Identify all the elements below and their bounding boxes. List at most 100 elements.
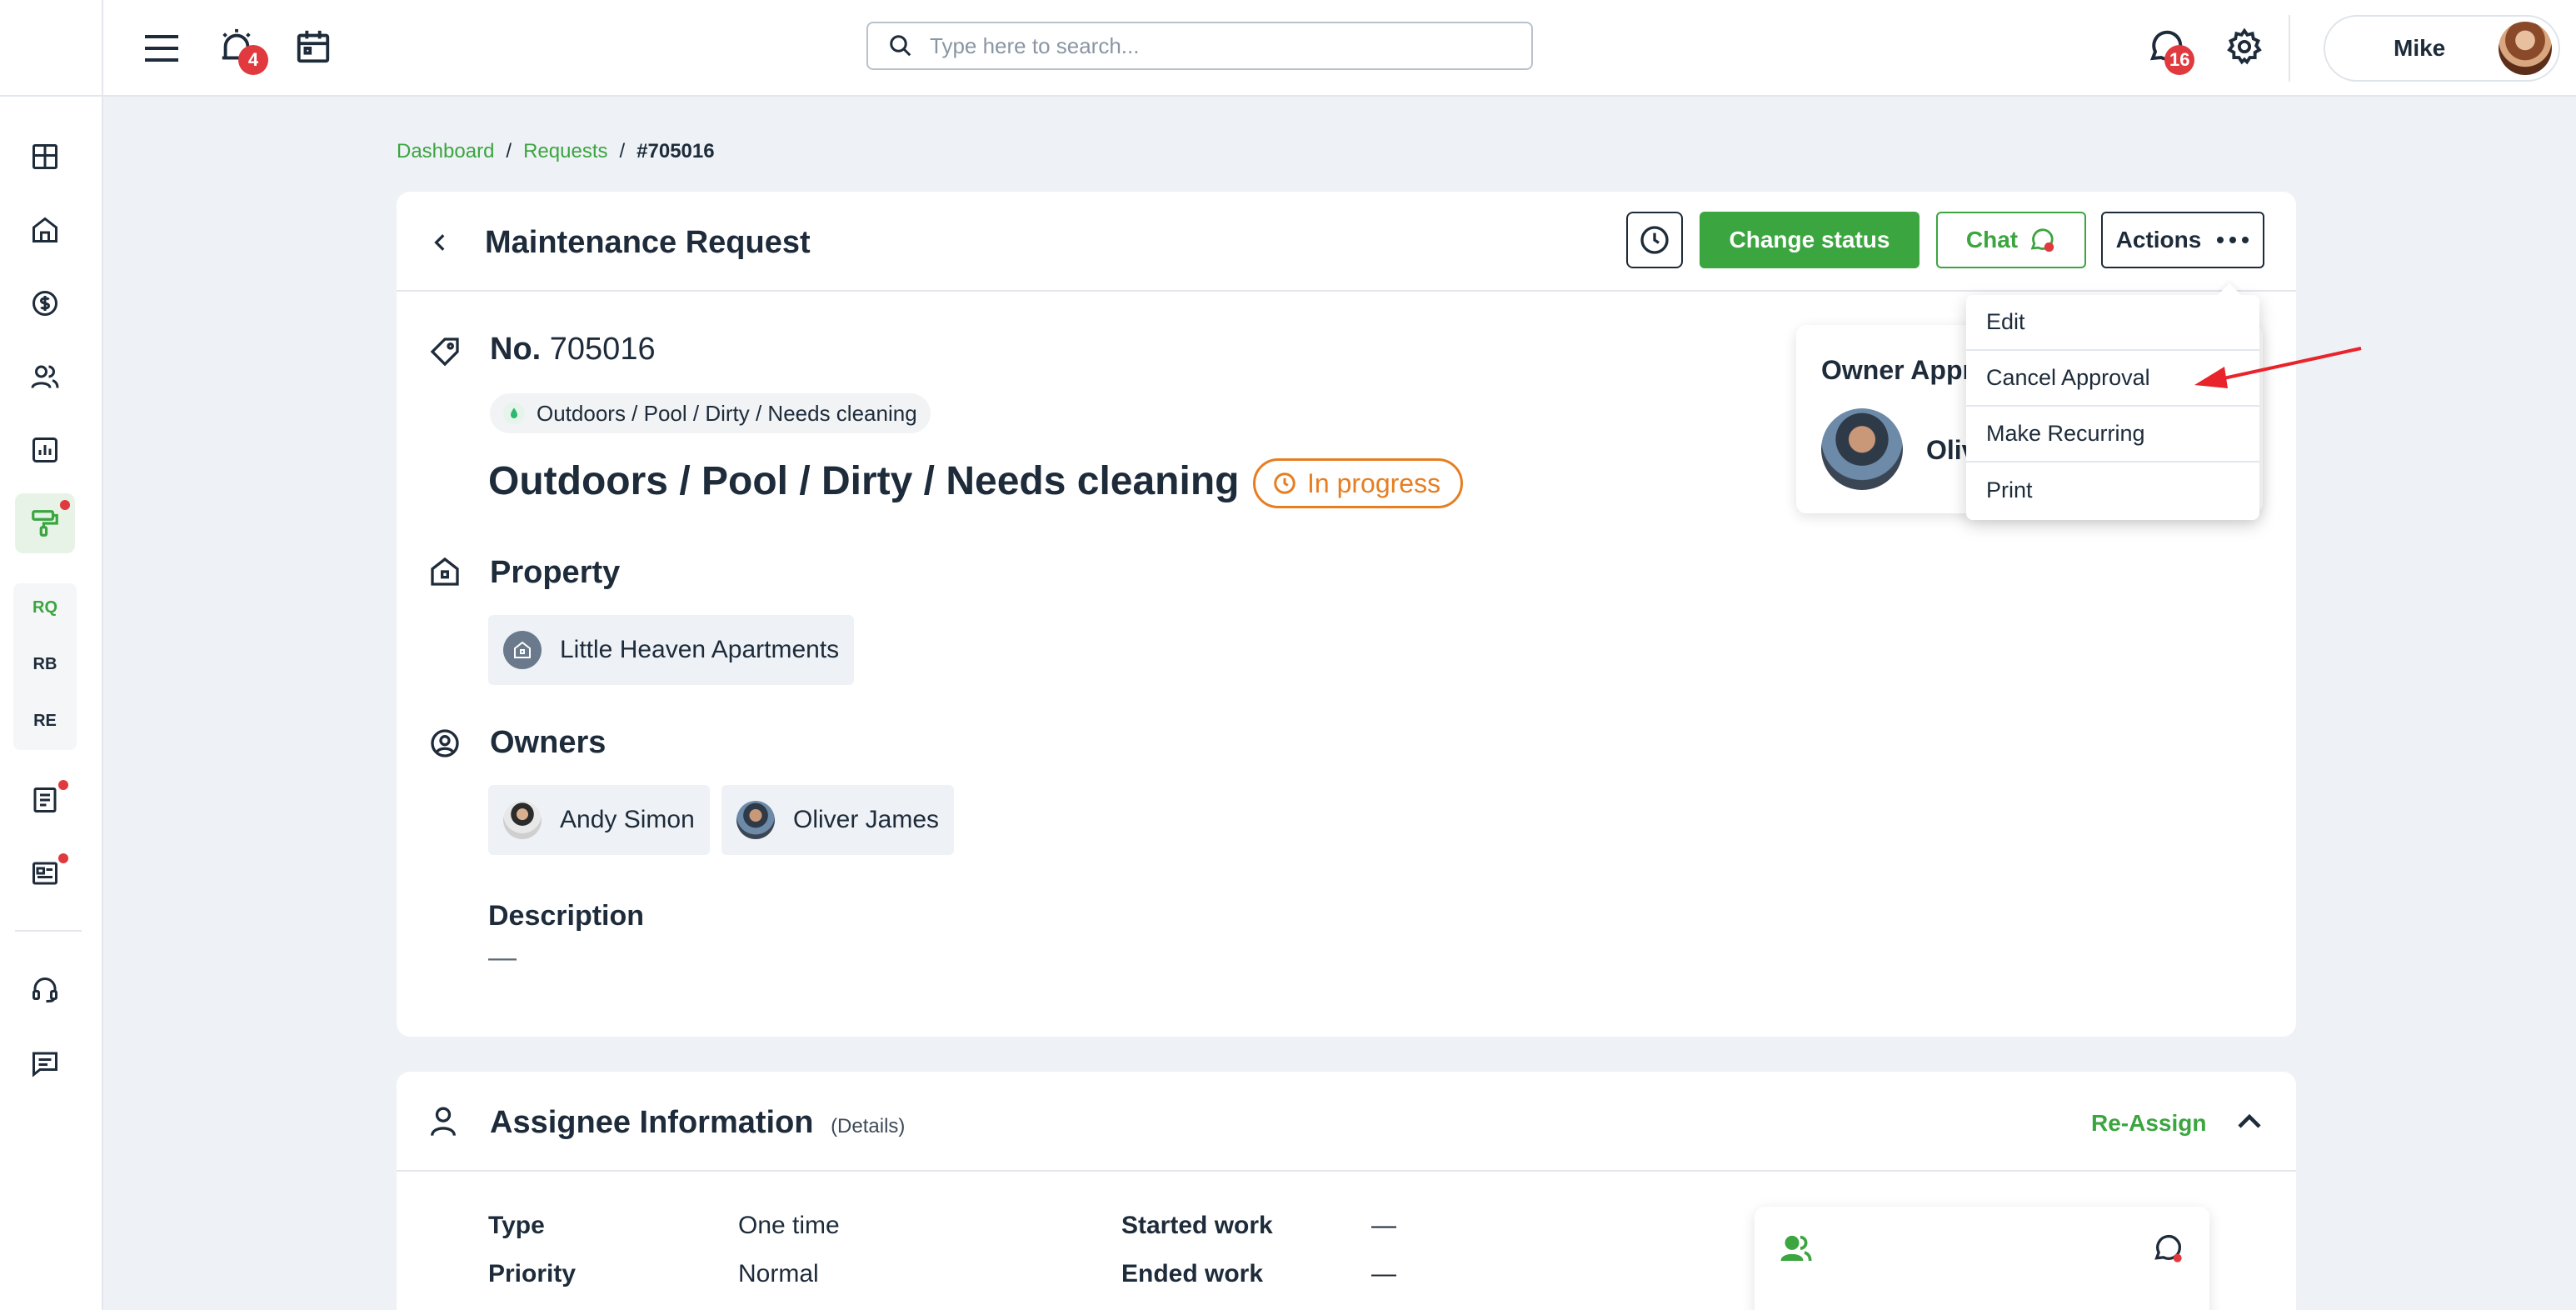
- search-input[interactable]: [930, 32, 1480, 59]
- assignee-title: Assignee Information (Details): [490, 1105, 905, 1141]
- user-icon: [431, 1107, 456, 1137]
- category-chip: Outdoors / Pool / Dirty / Needs cleaning: [490, 393, 931, 433]
- actions-dropdown: Edit Cancel Approval Make Recurring Prin…: [1966, 295, 2259, 520]
- tag-icon: [427, 333, 463, 370]
- breadcrumb-dashboard[interactable]: Dashboard: [397, 140, 494, 163]
- chat-bubble-icon: [2030, 228, 2054, 252]
- actions-button[interactable]: Actions: [2101, 212, 2264, 268]
- sidebar-item-dashboard[interactable]: [22, 133, 68, 180]
- sidebar-divider: [15, 930, 82, 932]
- avatar: [1821, 408, 1903, 490]
- menu-toggle[interactable]: [137, 23, 187, 73]
- breadcrumb-requests[interactable]: Requests: [523, 140, 607, 163]
- sidebar-item-home[interactable]: [22, 207, 68, 253]
- menu-item-print[interactable]: Print: [1966, 462, 2259, 518]
- sidebar-item-support[interactable]: [22, 967, 68, 1013]
- alarm-badge: 4: [238, 45, 268, 75]
- assignee-header: Assignee Information (Details) Re-Assign: [397, 1072, 2296, 1172]
- field-value-priority: Normal: [738, 1260, 819, 1288]
- dollar-icon: [32, 291, 57, 316]
- field-label-priority: Priority: [488, 1260, 577, 1288]
- chat-notifications-button[interactable]: 16: [2139, 20, 2195, 75]
- user-name: Mike: [2394, 35, 2446, 61]
- reassign-button[interactable]: Re-Assign: [2091, 1110, 2206, 1137]
- change-status-button[interactable]: Change status: [1700, 212, 1920, 268]
- users-icon: [31, 365, 59, 388]
- chat-bubble-icon[interactable]: [2151, 1232, 2184, 1265]
- chevron-up-icon[interactable]: [2234, 1107, 2264, 1137]
- bar-chart-icon: [32, 438, 57, 462]
- property-label: Property: [490, 555, 621, 590]
- sidebar-sub-re[interactable]: RE: [15, 712, 75, 731]
- gear-icon: [2227, 28, 2262, 65]
- settings-button[interactable]: [2218, 20, 2271, 73]
- sidebar: RQ RB RE: [0, 0, 103, 1310]
- owner-name: Oliver James: [793, 806, 940, 833]
- sidebar-sub-rb[interactable]: RB: [15, 655, 75, 674]
- clock-icon: [1274, 472, 1295, 494]
- back-button[interactable]: [422, 223, 460, 262]
- property-chip[interactable]: Little Heaven Apartments: [488, 615, 855, 685]
- property-icon: [503, 631, 542, 669]
- field-label-ended-work: Ended work: [1121, 1260, 1264, 1288]
- annotation-arrow: [2194, 347, 2362, 388]
- chat-badge: 16: [2164, 45, 2195, 75]
- description-label: Description: [488, 900, 645, 932]
- grid-icon: [32, 144, 57, 169]
- sidebar-item-documents[interactable]: [22, 777, 68, 823]
- sidebar-sub-rq[interactable]: RQ: [15, 598, 75, 618]
- category-chip-label: Outdoors / Pool / Dirty / Needs cleaning: [537, 400, 917, 426]
- notification-dot: [58, 853, 68, 863]
- drop-icon: [503, 402, 525, 424]
- avatar: [2499, 22, 2552, 75]
- notification-dot: [58, 780, 68, 790]
- more-dots-icon: [2217, 237, 2249, 243]
- menu-item-make-recurring[interactable]: Make Recurring: [1966, 407, 2259, 462]
- request-number: No. 705016: [490, 332, 656, 368]
- chat-button-label: Chat: [1965, 227, 2019, 252]
- clock-icon: [1640, 226, 1669, 254]
- alarm-button[interactable]: 4: [212, 22, 268, 75]
- search-bar[interactable]: [866, 22, 1533, 70]
- field-value-ended-work: —: [1371, 1260, 1396, 1288]
- breadcrumb-separator: /: [506, 140, 512, 162]
- calendar-icon: [297, 30, 330, 63]
- property-name: Little Heaven Apartments: [560, 636, 840, 663]
- document-icon: [33, 788, 57, 812]
- actions-button-label: Actions: [2115, 227, 2202, 252]
- user-menu[interactable]: Mike: [2324, 15, 2560, 82]
- breadcrumb: Dashboard / Requests / #705016: [397, 140, 715, 163]
- owner-chip[interactable]: Andy Simon: [488, 785, 710, 855]
- building-icon: [427, 553, 463, 590]
- home-icon: [32, 217, 57, 242]
- chat-button[interactable]: Chat: [1936, 212, 2086, 268]
- owner-chip[interactable]: Oliver James: [721, 785, 955, 855]
- newspaper-icon: [32, 862, 57, 885]
- breadcrumb-current: #705016: [637, 140, 715, 162]
- description-value: —: [488, 942, 517, 973]
- hamburger-icon: [145, 35, 178, 62]
- avatar: [503, 801, 542, 839]
- history-button[interactable]: [1626, 212, 1683, 268]
- topbar-divider: [2289, 15, 2290, 82]
- chevron-left-icon: [434, 234, 445, 251]
- calendar-button[interactable]: [288, 22, 338, 72]
- page-title: Maintenance Request: [485, 225, 811, 260]
- sidebar-item-reports[interactable]: [22, 427, 68, 473]
- field-value-type: One time: [738, 1212, 840, 1239]
- sidebar-item-people[interactable]: [22, 353, 68, 400]
- breadcrumb-separator: /: [619, 140, 626, 162]
- headset-icon: [32, 978, 57, 1002]
- sidebar-logo-area: [0, 0, 102, 97]
- sidebar-item-feedback[interactable]: [22, 1040, 68, 1087]
- sidebar-item-news[interactable]: [22, 850, 68, 897]
- field-value-started-work: —: [1371, 1212, 1396, 1239]
- notification-dot: [60, 500, 70, 510]
- paint-roller-icon: [32, 510, 58, 537]
- details-link[interactable]: (Details): [831, 1115, 905, 1138]
- users-icon[interactable]: [1780, 1232, 1813, 1265]
- sidebar-item-finance[interactable]: [22, 280, 68, 327]
- sidebar-item-maintenance[interactable]: [15, 493, 75, 553]
- owners-label: Owners: [490, 725, 607, 760]
- assignee-mini-card: [1755, 1207, 2209, 1310]
